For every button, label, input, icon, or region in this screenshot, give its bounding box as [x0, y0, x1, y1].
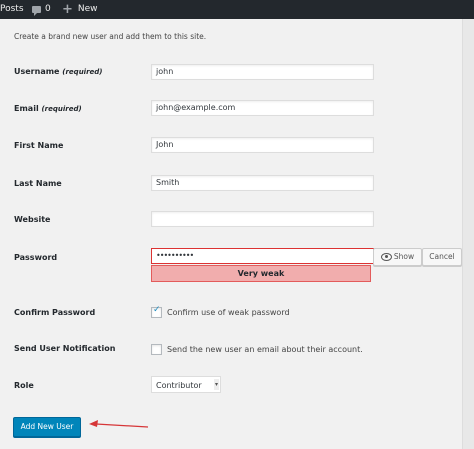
website-input[interactable]	[151, 211, 374, 227]
password-input[interactable]: ••••••••••	[151, 248, 374, 264]
show-password-button[interactable]: Show	[373, 248, 422, 266]
role-label: Role	[14, 381, 34, 390]
last-name-label: Last Name	[14, 179, 62, 188]
confirm-weak-password-row: Confirm use of weak password	[151, 305, 290, 318]
last-name-input[interactable]: Smith	[151, 175, 374, 191]
adminbar-new-label: New	[77, 4, 98, 14]
username-required-note: (required)	[62, 68, 103, 76]
cancel-password-button[interactable]: Cancel	[422, 248, 462, 266]
intro-text: Create a brand new user and add them to …	[14, 32, 207, 41]
send-notification-text: Send the new user an email about their a…	[167, 345, 363, 354]
adminbar-comments-link[interactable]: 0	[32, 0, 51, 19]
send-notification-row: Send the new user an email about their a…	[151, 344, 363, 355]
password-strength-indicator: Very weak	[151, 265, 371, 282]
email-input[interactable]: john@example.com	[151, 100, 374, 116]
add-new-user-button[interactable]: Add New User	[13, 417, 81, 437]
email-required-note: (required)	[41, 105, 82, 113]
annotation-arrow-icon	[89, 420, 149, 428]
send-notification-checkbox[interactable]	[151, 344, 162, 355]
email-label: Email (required)	[14, 104, 82, 113]
show-password-label: Show	[393, 252, 415, 261]
adminbar-posts-label: Posts	[0, 4, 24, 14]
admin-bar: Posts 0 + New	[0, 0, 474, 19]
confirm-weak-password-text: Confirm use of weak password	[167, 308, 290, 317]
username-label: Username (required)	[14, 67, 102, 76]
comment-icon	[32, 6, 41, 16]
email-label-text: Email	[14, 104, 39, 113]
username-label-text: Username	[14, 67, 60, 76]
scroll-edge	[462, 19, 474, 449]
adminbar-new-link[interactable]: + New	[62, 0, 98, 19]
eye-icon	[380, 253, 392, 261]
dropdown-arrow-icon: ▾	[214, 379, 219, 390]
role-select[interactable]: Contributor ▾	[151, 376, 221, 393]
adminbar-posts-link[interactable]: Posts	[0, 0, 24, 19]
username-input[interactable]: john	[151, 64, 374, 80]
website-label: Website	[14, 215, 51, 224]
comments-count: 0	[45, 4, 51, 14]
send-notification-label: Send User Notification	[14, 344, 116, 353]
password-label: Password	[14, 253, 58, 262]
first-name-label: First Name	[14, 141, 64, 150]
confirm-password-label: Confirm Password	[14, 308, 96, 317]
role-selected-value: Contributor	[156, 381, 202, 390]
first-name-input[interactable]: John	[151, 137, 374, 153]
confirm-weak-password-checkbox[interactable]	[151, 305, 162, 318]
plus-icon: +	[62, 2, 73, 17]
